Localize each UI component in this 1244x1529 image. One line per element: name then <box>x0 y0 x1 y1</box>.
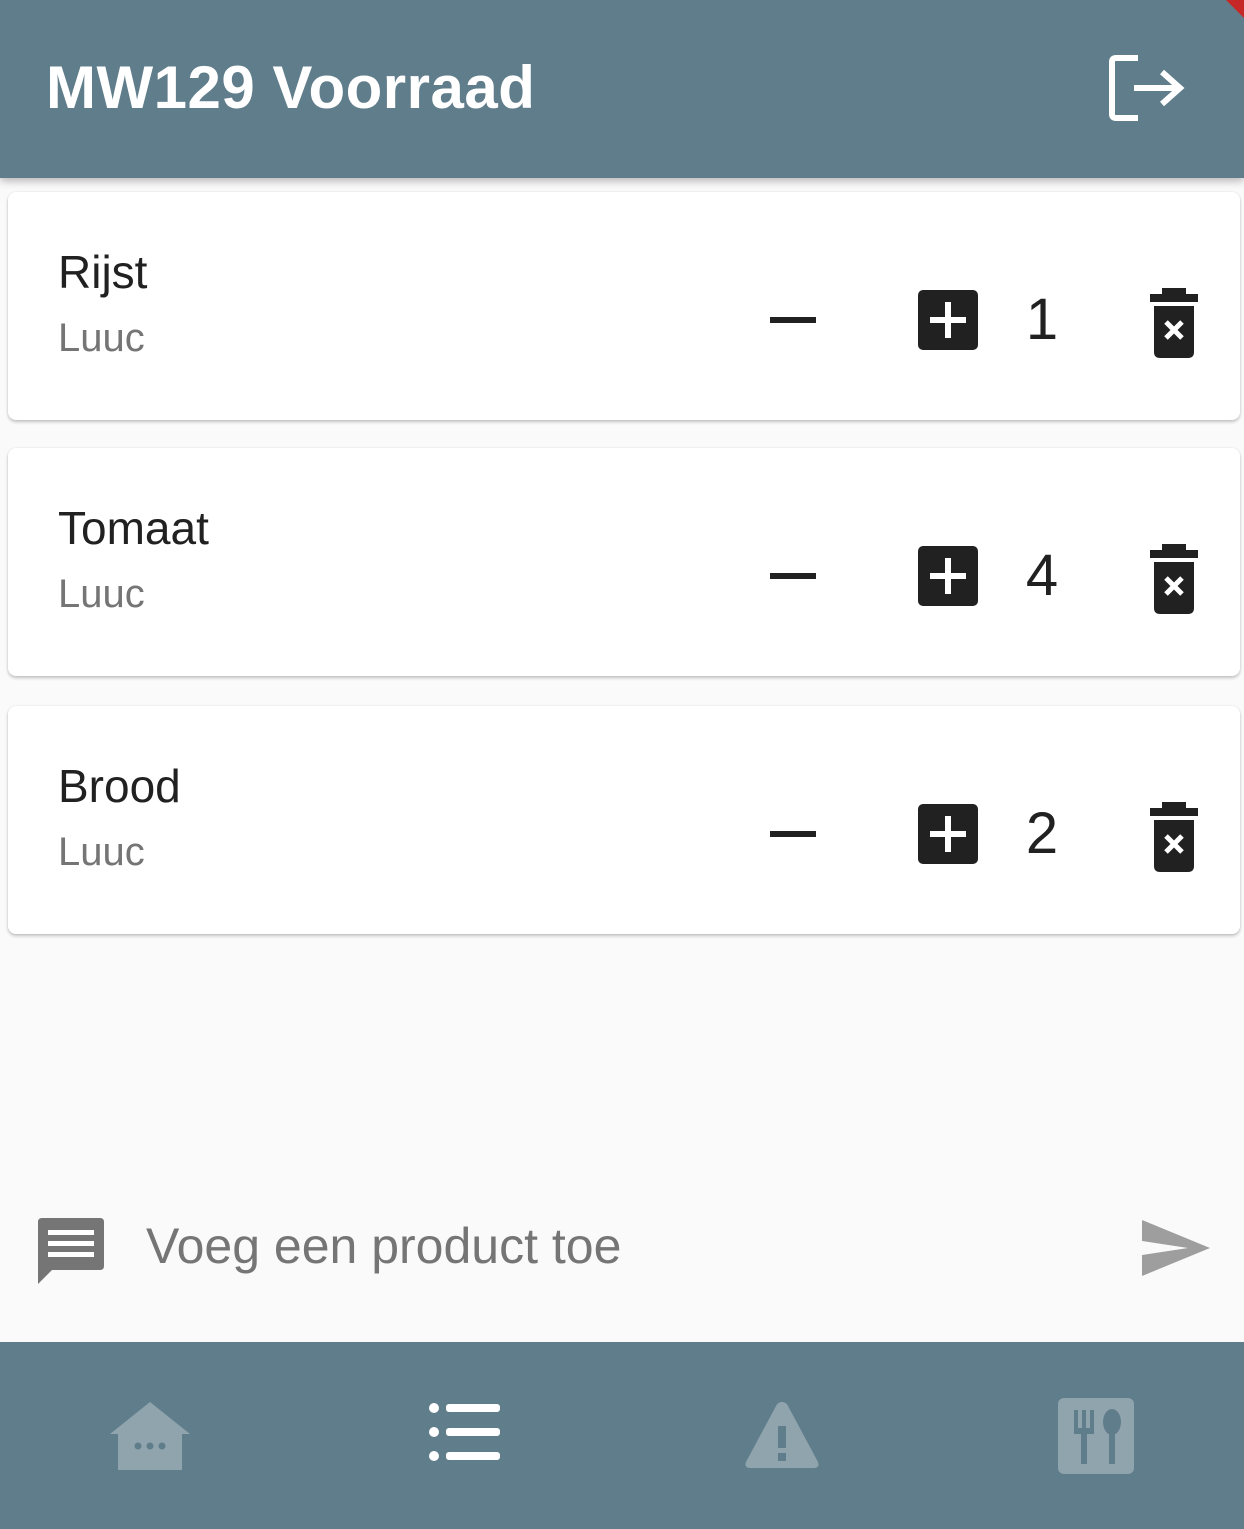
product-card: Brood Luuc 2 <box>8 706 1240 934</box>
nav-home[interactable] <box>100 1390 200 1480</box>
chat-icon <box>30 1210 110 1290</box>
increment-button[interactable] <box>906 280 990 360</box>
app-bar: MW129 Voorraad <box>0 0 1244 178</box>
quantity-value: 1 <box>1025 287 1059 352</box>
list-icon <box>429 1403 500 1461</box>
send-icon <box>1142 1220 1210 1276</box>
delete-forever-icon <box>1150 288 1198 358</box>
add-box-icon <box>918 804 978 864</box>
add-box-icon <box>918 290 978 350</box>
increment-button[interactable] <box>906 536 990 616</box>
decrement-button[interactable] <box>752 536 832 616</box>
delete-button[interactable] <box>1132 790 1216 882</box>
minus-icon <box>770 573 816 579</box>
app-title: MW129 Voorraad <box>46 54 536 121</box>
product-name: Tomaat <box>58 502 209 554</box>
product-name: Brood <box>58 760 181 812</box>
restaurant-menu-icon <box>1058 1398 1134 1474</box>
nav-list[interactable] <box>414 1390 514 1480</box>
delete-forever-icon <box>1150 544 1198 614</box>
delete-button[interactable] <box>1132 532 1216 624</box>
home-icon <box>110 1402 190 1470</box>
logout-button[interactable] <box>1104 52 1188 124</box>
product-name: Rijst <box>58 246 148 298</box>
product-card: Rijst Luuc 1 <box>8 192 1240 420</box>
quantity-value: 4 <box>1025 543 1059 608</box>
nav-warnings[interactable] <box>732 1390 832 1480</box>
nav-food[interactable] <box>1046 1390 1146 1480</box>
corner-accent <box>1226 0 1244 18</box>
delete-button[interactable] <box>1132 276 1216 368</box>
add-product-bar <box>0 1170 1244 1340</box>
decrement-button[interactable] <box>752 280 832 360</box>
send-button[interactable] <box>1130 1206 1220 1290</box>
minus-icon <box>770 831 816 837</box>
delete-forever-icon <box>1150 802 1198 872</box>
logout-icon <box>1109 55 1185 121</box>
product-owner: Luuc <box>58 316 145 360</box>
warning-icon <box>745 1402 819 1468</box>
product-input[interactable] <box>146 1206 1086 1286</box>
product-card: Tomaat Luuc 4 <box>8 448 1240 676</box>
increment-button[interactable] <box>906 794 990 874</box>
minus-icon <box>770 317 816 323</box>
decrement-button[interactable] <box>752 794 832 874</box>
add-box-icon <box>918 546 978 606</box>
quantity-value: 2 <box>1025 801 1059 866</box>
bottom-navigation <box>0 1342 1244 1529</box>
product-owner: Luuc <box>58 572 145 616</box>
product-owner: Luuc <box>58 830 145 874</box>
